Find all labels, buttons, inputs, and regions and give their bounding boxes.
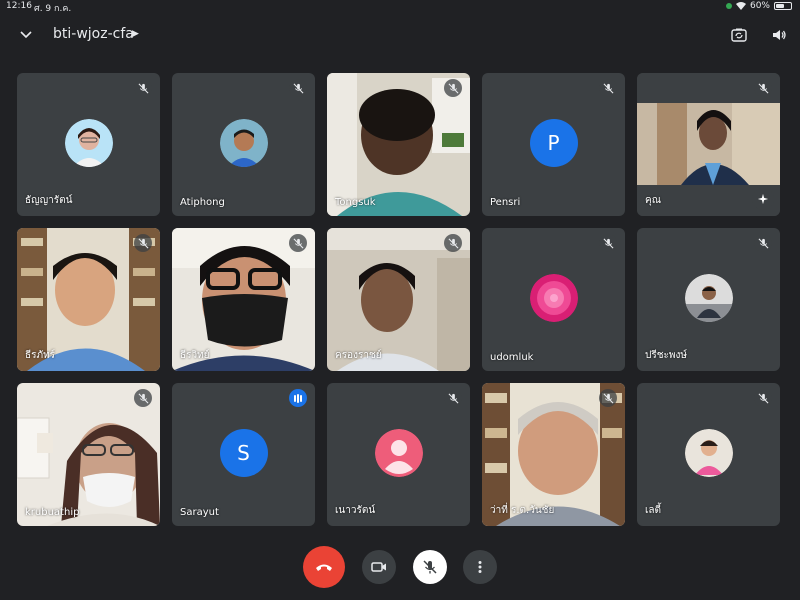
battery-icon (774, 2, 792, 10)
participant-name: ธีรวิทย์ (180, 350, 210, 361)
status-right: 60% (725, 1, 792, 11)
participant-tile[interactable]: P Pensri (482, 73, 625, 216)
chevron-down-icon[interactable] (18, 27, 34, 43)
participant-name: ธีรภัทร์ (25, 350, 56, 361)
camera-switch-icon[interactable] (730, 26, 748, 44)
mic-off-icon (134, 389, 152, 407)
participant-letter-avatar: P (529, 118, 578, 167)
participant-tile[interactable]: เนาวรัตน์ (327, 383, 470, 526)
participant-name: Pensri (490, 197, 521, 208)
mic-off-icon (134, 79, 152, 97)
participant-name: Tongsuk (335, 197, 376, 208)
mic-off-icon (444, 79, 462, 97)
participant-name: krubuathip (25, 507, 80, 518)
participant-tile[interactable]: ธัญญารัตน์ (17, 73, 160, 216)
camera-toggle-button[interactable] (362, 550, 396, 584)
mic-off-icon (599, 79, 617, 97)
speaking-indicator-icon (289, 389, 307, 407)
call-controls (0, 546, 800, 588)
participant-tile[interactable]: Tongsuk (327, 73, 470, 216)
participant-tile[interactable]: ธีรภัทร์ (17, 228, 160, 371)
participant-name: ครองราชย์ (335, 350, 382, 361)
battery-percent: 60% (749, 1, 770, 11)
mic-off-icon (754, 79, 772, 97)
participant-name: ว่าที่ ร.ต.วันชัย (490, 505, 555, 516)
participant-name: ธัญญารัตน์ (25, 195, 73, 206)
participant-name: เนาวรัตน์ (335, 505, 376, 516)
participant-name: ปรีชะพงษ์ (645, 350, 687, 361)
participant-grid: ธัญญารัตน์ Atiphong Tongsuk P Pensri คุณ… (17, 73, 780, 526)
status-bar: 12:16 ศ. 9 ก.ค. 60% (0, 0, 800, 14)
phone-hangup-icon (316, 564, 332, 571)
meeting-header: bti-wjoz-cfa ▶ (0, 18, 800, 52)
caret-right-icon[interactable]: ▶ (132, 29, 139, 39)
participant-name: คุณ (645, 195, 661, 206)
participant-avatar (684, 428, 733, 477)
status-time: 12:16 (6, 1, 32, 11)
participant-avatar (529, 273, 578, 322)
mic-off-icon (754, 234, 772, 252)
participant-tile[interactable]: เลตี้ (637, 383, 780, 526)
more-vert-icon (478, 561, 482, 573)
participant-tile[interactable]: คุณ (637, 73, 780, 216)
participant-tile[interactable]: udomluk (482, 228, 625, 371)
mic-off-icon (423, 560, 437, 574)
visual-effects-icon[interactable] (752, 188, 774, 210)
participant-tile[interactable]: ว่าที่ ร.ต.วันชัย (482, 383, 625, 526)
participant-tile[interactable]: ธีรวิทย์ (172, 228, 315, 371)
mic-off-icon (599, 389, 617, 407)
mic-off-icon (754, 389, 772, 407)
status-date: ศ. 9 ก.ค. (34, 4, 72, 14)
camera-indicator-icon (725, 3, 732, 9)
participant-name: เลตี้ (645, 505, 662, 516)
wifi-icon (735, 2, 746, 10)
speaker-icon[interactable] (770, 26, 788, 44)
video-camera-icon (371, 562, 386, 572)
more-options-button[interactable] (463, 550, 497, 584)
participant-avatar (219, 118, 268, 167)
mic-off-icon (134, 234, 152, 252)
mic-off-icon (289, 79, 307, 97)
mic-off-icon (444, 389, 462, 407)
participant-tile[interactable]: S Sarayut (172, 383, 315, 526)
participant-tile[interactable]: Atiphong (172, 73, 315, 216)
participant-tile[interactable]: krubuathip (17, 383, 160, 526)
participant-avatar (684, 273, 733, 322)
mic-toggle-button[interactable] (413, 550, 447, 584)
participant-name: udomluk (490, 352, 534, 363)
participant-name: Sarayut (180, 507, 219, 518)
mic-off-icon (599, 234, 617, 252)
participant-letter-avatar: S (219, 428, 268, 477)
participant-name: Atiphong (180, 197, 225, 208)
mic-off-icon (289, 234, 307, 252)
participant-tile[interactable]: ปรีชะพงษ์ (637, 228, 780, 371)
meeting-code[interactable]: bti-wjoz-cfa (53, 26, 134, 42)
mic-off-icon (444, 234, 462, 252)
participant-avatar (64, 118, 113, 167)
end-call-button[interactable] (303, 546, 345, 588)
participant-tile[interactable]: ครองราชย์ (327, 228, 470, 371)
participant-default-avatar (374, 428, 423, 477)
